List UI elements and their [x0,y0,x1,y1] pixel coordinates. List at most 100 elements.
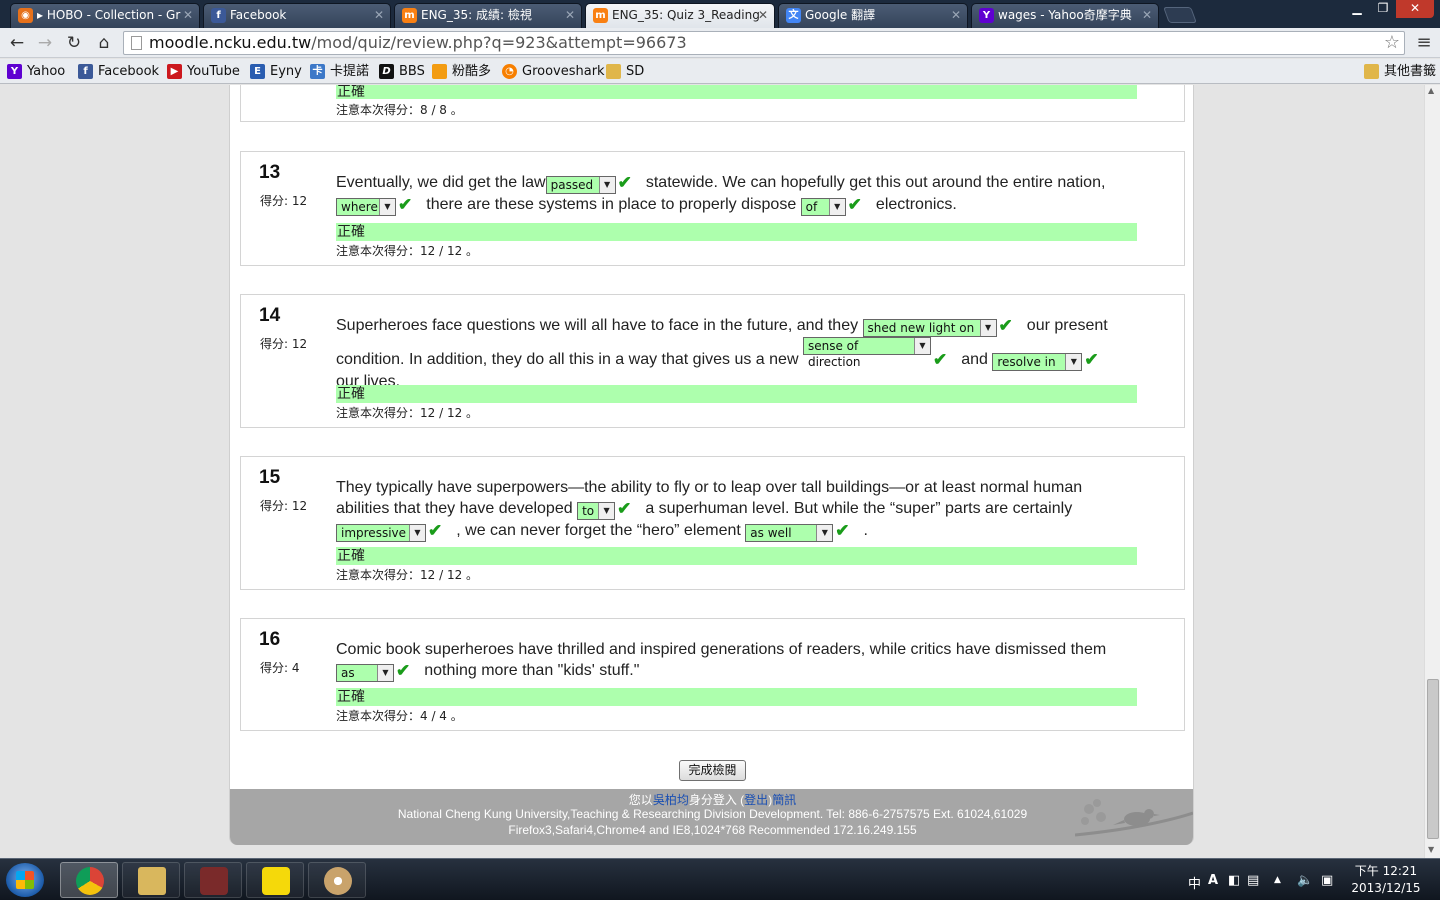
answer-select-value: impressive [341,526,407,540]
answer-select[interactable]: of ▼ [800,198,846,216]
scroll-up-icon[interactable]: ▲ [1428,86,1434,95]
answer-select[interactable]: as ▼ [336,664,394,682]
user-profile-link[interactable]: 吳柏均 [653,793,689,807]
menu-icon[interactable]: ≡ [1414,33,1434,53]
address-bar[interactable]: moodle.ncku.edu.tw/mod/quiz/review.php?q… [123,31,1405,55]
close-window-icon[interactable]: ✕ [1396,0,1434,18]
dropdown-arrow-icon: ▼ [828,199,845,215]
question-text: Eventually, we did get the law passed ▼ ✔ st… [336,172,1126,216]
correct-feedback: 正確 [336,223,1137,241]
back-icon[interactable]: ← [6,32,28,54]
input-method-icon[interactable]: 中 [1188,873,1201,892]
tab-hobo[interactable]: ◉ ▸ HOBO - Collection - Gr ✕ [10,3,200,28]
bookmark-label: SD [626,64,645,79]
bookmarks-bar: Y Yahoo f Facebook ▶ YouTube E Eyny 卡卡提諾 D BB… [0,59,1440,84]
answer-select-value: of [805,200,818,214]
check-icon: ✔ [1084,350,1099,369]
question-text-segment: a superhuman level. But while the “super… [645,500,1073,517]
maximize-icon[interactable]: ❐ [1370,0,1396,18]
logout-link[interactable]: 登出 [744,793,768,807]
login-text: 您以 [628,793,653,807]
question-number: 13 [259,162,281,183]
taskbar-chrome[interactable] [60,862,118,898]
bookmark-ck101[interactable]: 卡卡提諾 [310,62,369,81]
home-icon[interactable]: ⌂ [93,32,115,54]
scroll-down-icon[interactable]: ▼ [1428,845,1434,854]
check-icon: ✔ [932,350,948,369]
close-tab-icon[interactable]: ✕ [951,4,961,26]
minimize-icon[interactable]: ▁ [1344,0,1370,18]
answer-select[interactable]: where ▼ [336,198,396,216]
reload-icon[interactable]: ↻ [63,32,85,54]
tab-quiz[interactable]: m ENG_35: Quiz 3_Reading ✕ [585,3,775,29]
volume-icon[interactable]: 🔈 [1297,873,1313,888]
forward-icon[interactable]: → [34,32,56,54]
finish-review-button[interactable]: 完成檢閱 [679,760,746,781]
check-icon: ✔ [398,195,413,214]
new-tab-button[interactable] [1163,7,1197,23]
tab-google-translate[interactable]: 文 Google 翻譯 ✕ [778,3,968,28]
question-text: Comic book superheroes have thrilled and… [336,639,1126,682]
dropdown-arrow-icon: ▼ [913,338,930,354]
check-icon: ✔ [396,661,411,680]
close-tab-icon[interactable]: ✕ [374,4,384,26]
moodle-page: 正確 注意本次得分：8 / 8 。 13 得分: 12 Eventually, … [229,85,1194,845]
paint-icon [324,867,352,895]
answer-select[interactable]: sense of direction ▼ [802,337,931,369]
other-bookmarks[interactable]: 其他書籤 [1364,62,1436,81]
question-box-16: 16 得分: 4 Comic book superheroes have thr… [240,618,1185,731]
scrollbar-thumb[interactable] [1427,679,1439,839]
bbs-icon: D [379,64,394,79]
answer-select[interactable]: passed ▼ [545,176,616,194]
clock-date: 2013/12/15 [1351,881,1421,895]
question-box-15: 15 得分: 12 They typically have superpower… [240,456,1185,590]
answer-select[interactable]: resolve in ▼ [992,353,1083,371]
half-width-icon[interactable]: ◧ [1228,873,1240,888]
font-a-icon[interactable]: A [1208,873,1218,888]
bookmark-fenkuduo[interactable]: 粉酷多 [432,62,491,81]
bookmark-grooveshark[interactable]: ◔ Grooveshark [502,62,605,81]
folder-icon [1364,64,1379,79]
tab-facebook[interactable]: f Facebook ✕ [203,3,391,28]
tray-expand-icon[interactable]: ▲ [1274,875,1281,885]
bookmark-youtube[interactable]: ▶ YouTube [167,62,240,81]
answer-select[interactable]: to ▼ [577,502,616,520]
dropdown-arrow-icon: ▼ [816,525,833,541]
question-box-13: 13 得分: 12 Eventually, we did get the law… [240,151,1185,266]
close-tab-icon[interactable]: ✕ [758,4,768,26]
news-link[interactable]: 簡訊 [772,793,796,807]
bookmark-star-icon[interactable]: ☆ [1384,32,1400,54]
question-text-segment: and [961,351,988,368]
taskbar-game[interactable] [184,862,242,898]
score-note: 注意本次得分：12 / 12 。 [336,568,479,582]
answer-select-value: to [582,504,595,518]
network-icon[interactable]: ▣ [1321,873,1333,888]
answer-select[interactable]: as well ▼ [745,524,834,542]
bookmark-yahoo[interactable]: Y Yahoo [7,62,65,81]
start-button[interactable] [6,863,44,897]
yahoo-icon: Y [979,8,994,23]
taskbar-explorer[interactable] [122,862,180,898]
close-tab-icon[interactable]: ✕ [565,4,575,26]
bird-branch-decoration-icon [1075,799,1193,837]
bookmark-facebook[interactable]: f Facebook [78,62,159,81]
vertical-scrollbar[interactable]: ▲ ▼ [1424,85,1440,858]
tab-grades[interactable]: m ENG_35: 成績: 檢視 ✕ [394,3,582,28]
question-text-segment: nothing more than "kids' stuff." [424,662,640,679]
keyboard-icon[interactable]: ▤ [1247,873,1259,888]
answer-select-value: where [341,200,378,214]
taskbar-kakao[interactable] [246,862,304,898]
taskbar-paint[interactable] [308,862,366,898]
bookmark-sd-folder[interactable]: SD [606,62,644,81]
answer-select[interactable]: shed new light on ▼ [862,319,997,337]
answer-select[interactable]: impressive ▼ [336,524,426,542]
close-tab-icon[interactable]: ✕ [1142,4,1152,26]
score-note: 注意本次得分：8 / 8 。 [336,103,463,117]
bookmark-bbs[interactable]: D BBS [379,62,425,81]
correct-feedback: 正確 [336,385,1137,403]
system-clock[interactable]: 下午 12:21 2013/12/15 [1344,863,1428,897]
close-tab-icon[interactable]: ✕ [183,4,193,26]
bookmark-eyny[interactable]: E Eyny [250,62,302,81]
correct-feedback: 正確 [336,688,1137,706]
tab-yahoo-dictionary[interactable]: Y wages - Yahoo奇摩字典 ✕ [971,3,1159,28]
